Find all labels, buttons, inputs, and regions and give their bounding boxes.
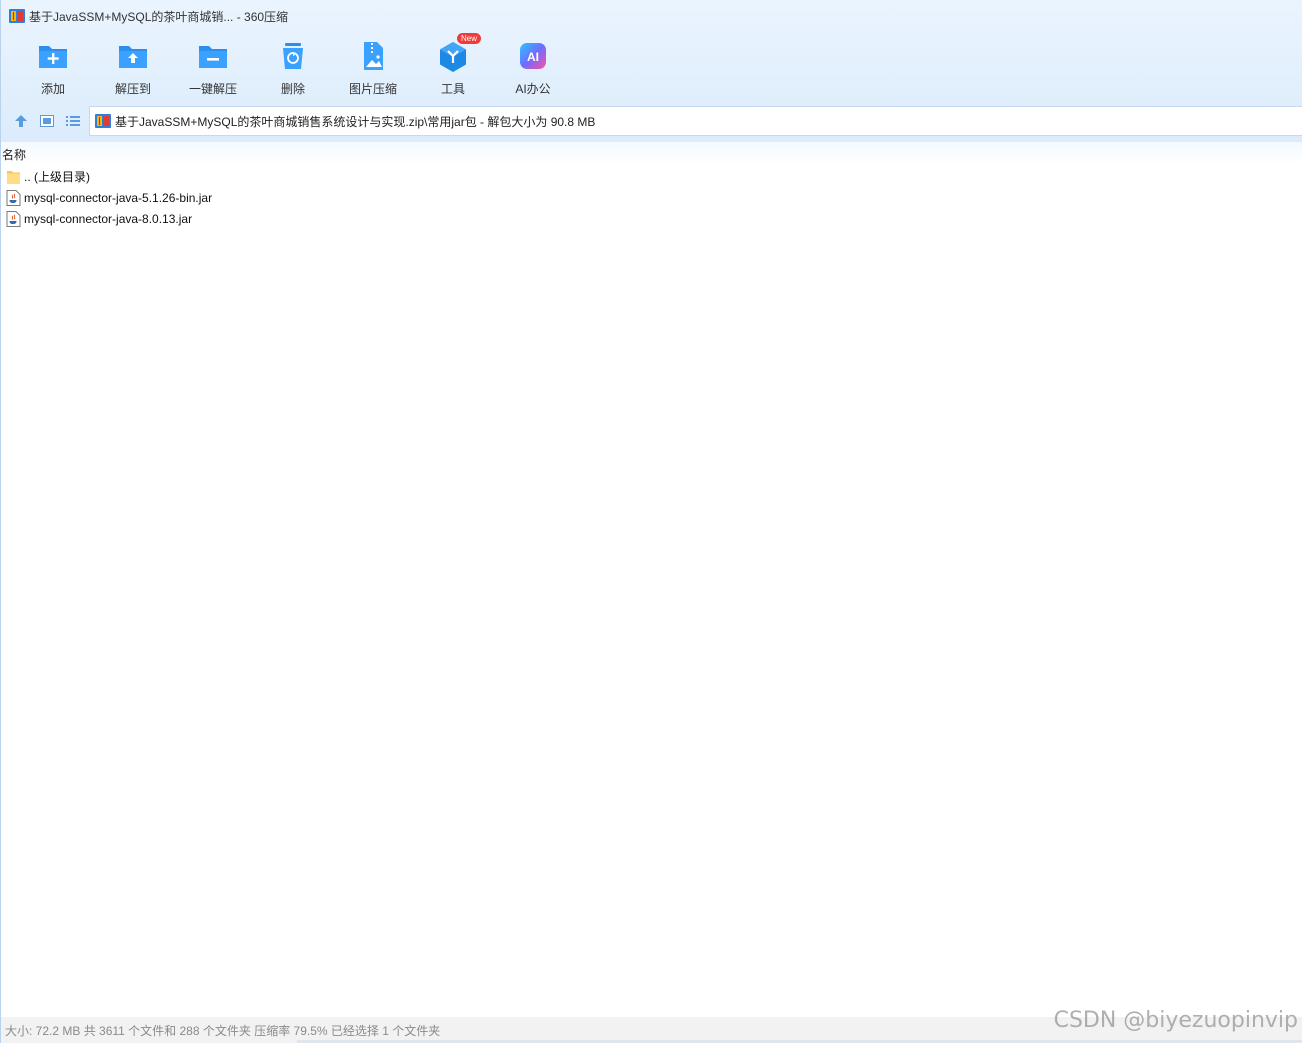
address-path: 基于JavaSSM+MySQL的茶叶商城销售系统设计与实现.zip\常用jar包… [115,114,596,129]
delete-button[interactable]: 删除 [253,36,333,100]
extract-to-label: 解压到 [114,82,151,96]
add-button[interactable]: 添加 [13,36,93,100]
thumbnail-view-icon [40,115,54,127]
archive-app-icon [9,9,25,23]
image-compress-button[interactable]: 图片压缩 [333,36,413,100]
tools-icon [440,42,466,72]
arrow-up-icon [15,115,27,127]
zip-archive-icon [95,114,111,128]
ai-office-button[interactable]: AI AI办公 [493,36,573,100]
title-bar: 基于JavaSSM+MySQL的茶叶商城销... - 360压缩 [1,0,1302,32]
list-item-label: .. (上级目录) [24,170,90,184]
recycle-bin-icon [283,43,303,69]
svg-text:AI: AI [527,50,539,64]
list-item-jar-file[interactable]: mysql-connector-java-5.1.26-bin.jar [1,187,1302,208]
ai-office-icon: AI [520,43,546,69]
window-title: 基于JavaSSM+MySQL的茶叶商城销... - 360压缩 [29,9,289,24]
folder-icon [7,170,20,184]
navigation-bar: 基于JavaSSM+MySQL的茶叶商城销售系统设计与实现.zip\常用jar包… [1,106,1302,136]
thumbnail-view-button[interactable] [34,108,60,134]
extract-to-button[interactable]: 解压到 [93,36,173,100]
tools-button[interactable]: New 工具 [413,33,493,100]
list-item-label: mysql-connector-java-5.1.26-bin.jar [24,190,213,205]
tools-label: 工具 [440,82,465,96]
app-header: 基于JavaSSM+MySQL的茶叶商城销... - 360压缩 添加 解压到 [0,0,1302,142]
delete-label: 删除 [280,82,305,96]
list-item-jar-file[interactable]: mysql-connector-java-8.0.13.jar [1,208,1302,229]
add-folder-icon [39,46,67,68]
add-label: 添加 [40,82,65,96]
up-level-button[interactable] [8,108,34,134]
jar-file-icon [6,189,21,206]
extract-to-icon [119,46,147,68]
main-toolbar: 添加 解压到 一键解压 删除 图片压缩 New 工具 AI AI办公 [13,33,573,100]
image-compress-label: 图片压缩 [348,82,397,96]
column-header-name[interactable]: 名称 [1,142,1302,166]
list-view-button[interactable] [60,108,86,134]
one-click-extract-label: 一键解压 [188,82,237,96]
one-click-extract-icon [199,46,227,68]
image-compress-icon [364,42,383,70]
column-name-label: 名称 [2,147,27,162]
list-view-icon [66,116,80,126]
one-click-extract-button[interactable]: 一键解压 [173,36,253,100]
list-item-label: mysql-connector-java-8.0.13.jar [24,211,193,226]
watermark: CSDN @biyezuopinvip [1053,1008,1298,1033]
ai-office-label: AI办公 [515,82,551,96]
file-list: 名称 .. (上级目录) mysql-connector-java-5.1.26… [0,142,1302,1017]
address-bar[interactable]: 基于JavaSSM+MySQL的茶叶商城销售系统设计与实现.zip\常用jar包… [89,106,1302,136]
jar-file-icon [6,210,21,227]
new-badge: New [457,33,482,44]
status-text: 大小: 72.2 MB 共 3611 个文件和 288 个文件夹 压缩率 79.… [5,1023,441,1038]
list-item-parent-directory[interactable]: .. (上级目录) [1,166,1302,187]
